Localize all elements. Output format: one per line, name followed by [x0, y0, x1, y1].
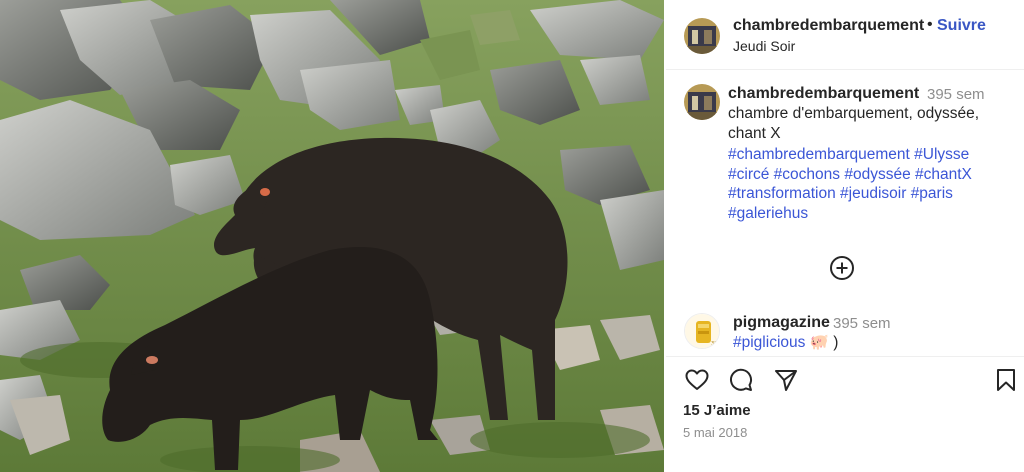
author-avatar[interactable]	[684, 18, 720, 54]
header-divider	[666, 69, 1024, 70]
caption-avatar[interactable]	[684, 84, 720, 120]
follow-button[interactable]: Suivre	[937, 17, 986, 35]
caption-hashtags: #chambredembarquement #Ulysse #circé #co…	[728, 145, 1013, 223]
paper-plane-icon[interactable]	[773, 367, 799, 393]
actions-divider	[666, 356, 1024, 357]
post-location[interactable]: Jeudi Soir	[733, 38, 795, 54]
hashtag-link[interactable]: #chantX	[915, 166, 972, 183]
caption-text: chambre d'embarquement, odyssée, chant X	[728, 105, 980, 142]
caption-username[interactable]: chambredembarquement	[728, 85, 919, 103]
hashtag-link[interactable]: #galeriehus	[728, 205, 808, 222]
hashtag-link[interactable]: #jeudisoir	[840, 185, 906, 202]
comment-suffix: 🐖 )	[805, 334, 839, 351]
plus-circle-icon[interactable]	[829, 255, 855, 281]
speech-bubble-icon[interactable]	[728, 367, 754, 393]
separator-dot: •	[927, 16, 933, 33]
commenter-avatar[interactable]: 304	[684, 313, 720, 349]
hashtag-link[interactable]: #circé	[728, 166, 769, 183]
author-username[interactable]: chambredembarquement	[733, 17, 924, 35]
like-count[interactable]: 15 J’aime	[683, 402, 751, 419]
pigs-photo-illustration	[0, 0, 664, 472]
post-date[interactable]: 5 mai 2018	[683, 425, 747, 440]
bookmark-icon[interactable]	[993, 367, 1019, 393]
comment-time[interactable]: 395 sem	[833, 315, 891, 332]
hashtag-link[interactable]: #Ulysse	[914, 146, 969, 163]
comment-username[interactable]: pigmagazine	[733, 314, 830, 332]
hashtag-link[interactable]: #paris	[911, 185, 953, 202]
hashtag-link[interactable]: #chambredembarquement	[728, 146, 910, 163]
hashtag-link[interactable]: #piglicious	[733, 334, 805, 351]
heart-icon[interactable]	[684, 367, 710, 393]
comment-text: #piglicious 🐖 )	[733, 333, 838, 352]
post-photo	[0, 0, 664, 472]
hashtag-link[interactable]: #odyssée	[844, 166, 910, 183]
hashtag-link[interactable]: #transformation	[728, 185, 836, 202]
caption-time[interactable]: 395 sem	[927, 86, 985, 103]
hashtag-link[interactable]: #cochons	[774, 166, 840, 183]
